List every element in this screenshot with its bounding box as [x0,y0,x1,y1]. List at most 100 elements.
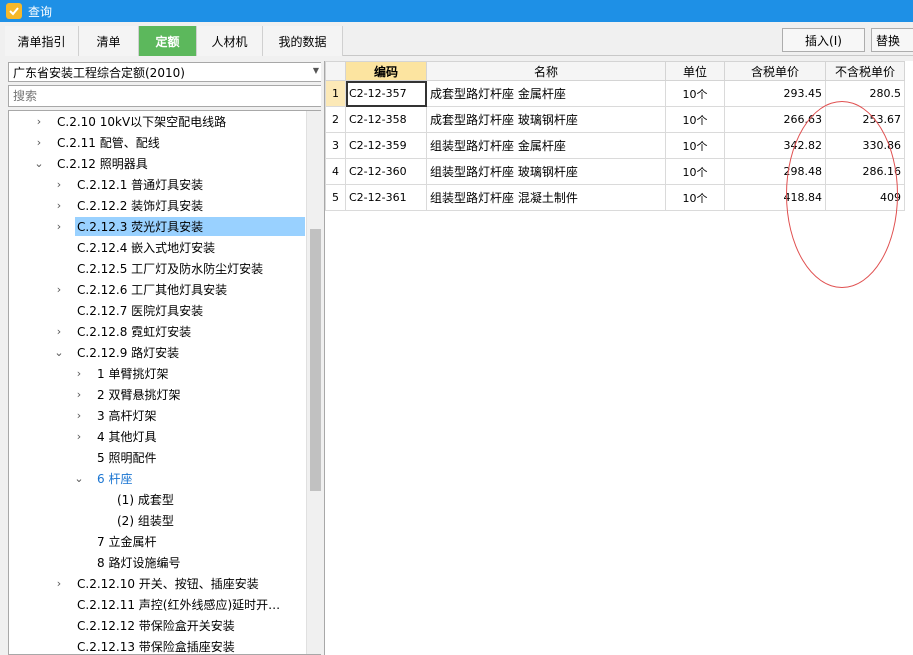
col-header-unit[interactable]: 单位 [665,61,725,81]
chevron-down-icon[interactable]: ⌄ [73,472,85,485]
tree-item[interactable]: › 3 高杆灯架 [77,406,157,425]
tree-item-label: C.2.12.9 路灯安装 [77,346,180,360]
tax-price-cell[interactable]: 418.84 [724,184,826,211]
tree-item[interactable]: C.2.12.13 带保险盒插座安装 [75,637,235,654]
unit-cell[interactable]: 10个 [665,132,725,159]
chevron-right-icon[interactable]: › [53,178,65,191]
name-cell[interactable]: 组装型路灯杆座 混凝土制件 [426,184,666,211]
chevron-right-icon[interactable]: › [53,577,65,590]
chevron-right-icon[interactable]: › [53,220,65,233]
col-header-code[interactable]: 编码 [345,61,427,81]
name-cell[interactable]: 成套型路灯杆座 玻璃钢杆座 [426,106,666,133]
table-row[interactable]: 4 C2-12-360 组装型路灯杆座 玻璃钢杆座 10个 298.48 286.16 [325,158,905,185]
notax-price-cell[interactable]: 409 [825,184,905,211]
quota-library-value: 广东省安装工程综合定额(2010) [13,65,185,80]
tab-list-guide[interactable]: 清单指引 [5,26,79,56]
chevron-right-icon[interactable]: › [73,409,85,422]
unit-cell[interactable]: 10个 [665,106,725,133]
table-row[interactable]: 1 C2-12-357 成套型路灯杆座 金属杆座 10个 293.45 280.5 [325,80,905,107]
row-number-cell[interactable]: 5 [325,184,346,211]
chevron-right-icon[interactable]: › [33,136,45,149]
tree-item[interactable]: C.2.12.7 医院灯具安装 [75,301,203,320]
col-header-name[interactable]: 名称 [426,61,666,81]
table-row[interactable]: 2 C2-12-358 成套型路灯杆座 玻璃钢杆座 10个 266.63 253.67 [325,106,905,133]
chevron-right-icon[interactable]: › [53,325,65,338]
name-cell[interactable]: 成套型路灯杆座 金属杆座 [426,80,666,107]
tree-item[interactable]: C.2.12.11 声控(红外线感应)延时开… [75,595,280,614]
col-header-tax-price[interactable]: 含税单价 [724,61,826,81]
row-number-cell[interactable]: 3 [325,132,346,159]
chevron-right-icon[interactable]: › [53,283,65,296]
notax-price-cell[interactable]: 253.67 [825,106,905,133]
tree-item[interactable]: › C.2.12.6 工厂其他灯具安装 [57,280,227,299]
tree-item[interactable]: ⌄ 6 杆座 [74,469,133,488]
tree-item-label: (1) 成套型 [117,493,174,507]
tab-bar: 清单指引 清单 定额 人材机 我的数据 [5,26,913,56]
tree-item-label: C.2.12.8 霓虹灯安装 [77,325,192,339]
tree-item[interactable]: › C.2.10 10kV以下架空配电线路 [37,112,226,131]
name-cell[interactable]: 组装型路灯杆座 玻璃钢杆座 [426,158,666,185]
chevron-right-icon[interactable]: › [73,367,85,380]
chevron-right-icon[interactable]: › [73,388,85,401]
tree-item[interactable]: › C.2.12.8 霓虹灯安装 [57,322,192,341]
tab-list[interactable]: 清单 [79,26,139,56]
tree-item[interactable]: › 4 其他灯具 [77,427,157,446]
tree-item[interactable]: C.2.12.12 带保险盒开关安装 [75,616,235,635]
tree-item[interactable]: (1) 成套型 [115,490,174,509]
tree-item[interactable]: › C.2.11 配管、配线 [37,133,160,152]
row-number-cell[interactable]: 2 [325,106,346,133]
tree-item-label: C.2.12.12 带保险盒开关安装 [77,619,235,633]
col-header-notax-price[interactable]: 不含税单价 [825,61,905,81]
code-cell[interactable]: C2-12-360 [345,158,427,185]
table-row[interactable]: 5 C2-12-361 组装型路灯杆座 混凝土制件 10个 418.84 409 [325,184,905,211]
tree-item[interactable]: 8 路灯设施编号 [95,553,180,572]
tab-quota[interactable]: 定额 [139,26,197,56]
name-cell[interactable]: 组装型路灯杆座 金属杆座 [426,132,666,159]
notax-price-cell[interactable]: 280.5 [825,80,905,107]
row-number-cell[interactable]: 4 [325,158,346,185]
scrollbar-thumb[interactable] [310,229,321,491]
row-number-cell[interactable]: 1 [325,80,346,107]
tree-item[interactable]: 7 立金属杆 [95,532,156,551]
tree-item-label: 6 杆座 [97,472,133,486]
chevron-down-icon[interactable]: ⌄ [53,346,65,359]
code-cell[interactable]: C2-12-361 [345,184,427,211]
tree-item[interactable]: › C.2.12.3 荧光灯具安装 [57,217,305,236]
quota-library-select[interactable]: 广东省安装工程综合定额(2010) ▼ [8,62,324,82]
tax-price-cell[interactable]: 266.63 [724,106,826,133]
unit-cell[interactable]: 10个 [665,80,725,107]
tree-item[interactable]: › C.2.12.2 装饰灯具安装 [57,196,204,215]
tree-item-label: C.2.12.2 装饰灯具安装 [77,199,204,213]
tree-item[interactable]: 5 照明配件 [95,448,156,467]
tree-item[interactable]: ⌄ C.2.12 照明器具 [34,154,147,173]
tree-item[interactable]: C.2.12.5 工厂灯及防水防尘灯安装 [75,259,263,278]
tax-price-cell[interactable]: 298.48 [724,158,826,185]
tree-item[interactable]: (2) 组装型 [115,511,174,530]
code-cell[interactable]: C2-12-359 [345,132,427,159]
notax-price-cell[interactable]: 330.86 [825,132,905,159]
chevron-right-icon[interactable]: › [73,430,85,443]
tree-item[interactable]: › 2 双臂悬挑灯架 [77,385,181,404]
chevron-down-icon[interactable]: ▼ [313,66,319,75]
unit-cell[interactable]: 10个 [665,184,725,211]
tree-item[interactable]: ⌄ C.2.12.9 路灯安装 [54,343,180,362]
unit-cell[interactable]: 10个 [665,158,725,185]
replace-button[interactable]: 替换 [871,28,913,52]
table-row[interactable]: 3 C2-12-359 组装型路灯杆座 金属杆座 10个 342.82 330.86 [325,132,905,159]
tab-my-data[interactable]: 我的数据 [263,26,343,56]
tree-item[interactable]: C.2.12.4 嵌入式地灯安装 [75,238,215,257]
chevron-down-icon[interactable]: ⌄ [33,157,45,170]
insert-button[interactable]: 插入(I) [782,28,865,52]
tree-item[interactable]: › C.2.12.1 普通灯具安装 [57,175,203,194]
search-input[interactable] [8,85,324,107]
code-cell[interactable]: C2-12-357 [345,80,427,107]
tax-price-cell[interactable]: 342.82 [724,132,826,159]
code-cell[interactable]: C2-12-358 [345,106,427,133]
tab-labor-material[interactable]: 人材机 [197,26,263,56]
chevron-right-icon[interactable]: › [53,199,65,212]
tax-price-cell[interactable]: 293.45 [724,80,826,107]
tree-item[interactable]: › 1 单臂挑灯架 [77,364,169,383]
chevron-right-icon[interactable]: › [33,115,45,128]
notax-price-cell[interactable]: 286.16 [825,158,905,185]
tree-item[interactable]: › C.2.12.10 开关、按钮、插座安装 [57,574,259,593]
